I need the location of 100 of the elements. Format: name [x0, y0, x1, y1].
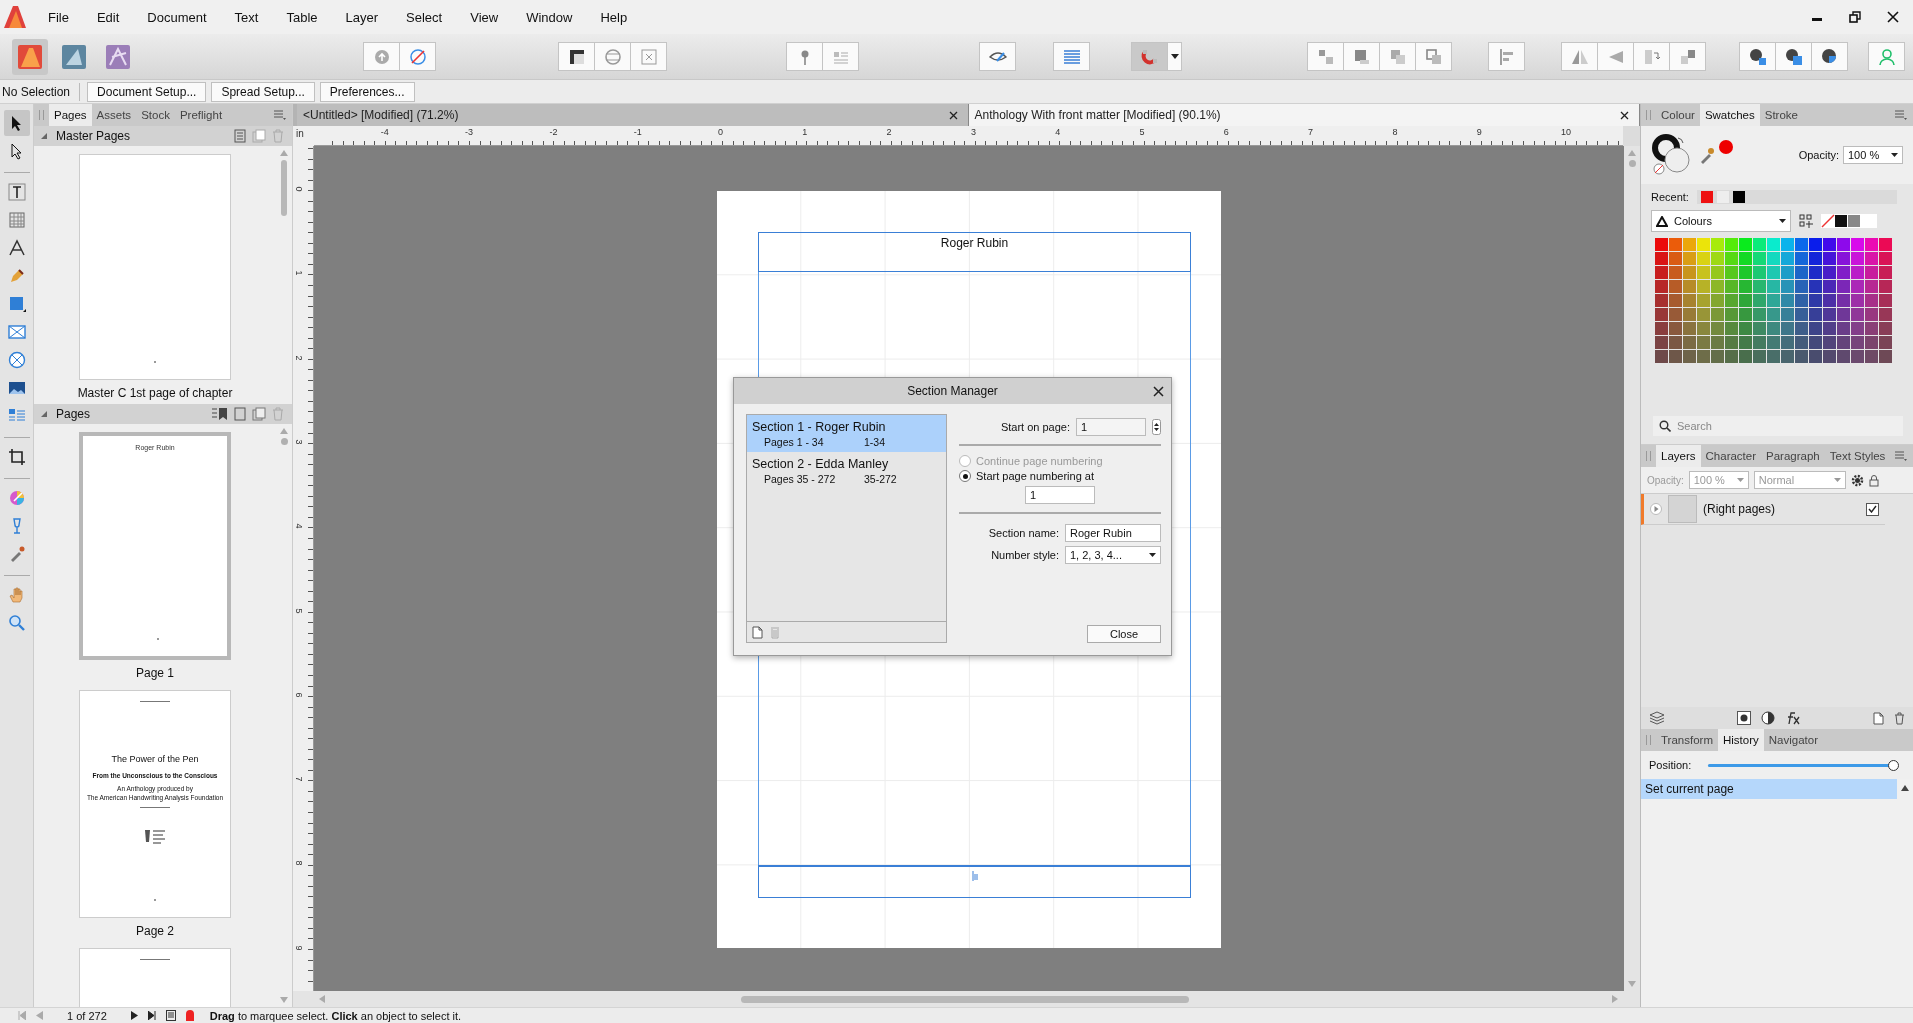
current-colour-swatch[interactable] [1719, 140, 1733, 154]
vertical-ruler[interactable]: 0 1 2 3 4 5 6 7 8 9 [293, 146, 314, 991]
document-tab[interactable]: Anthology With front matter [Modified] (90.1%) [968, 104, 1640, 126]
quick-swatches[interactable] [1821, 214, 1877, 228]
menu-item[interactable]: Text [234, 9, 259, 25]
panel-grip[interactable] [1646, 451, 1651, 461]
collapse-arrow-icon[interactable] [40, 132, 48, 140]
section-list-item[interactable]: Section 1 - Roger Rubin Pages 1 - 34 1-34 [747, 415, 946, 452]
section-icon[interactable] [212, 407, 228, 421]
radio-button[interactable] [959, 470, 971, 482]
swatch-grid-drawing[interactable] [1655, 238, 1893, 364]
duplicate-icon[interactable] [252, 129, 266, 143]
panel-tab[interactable]: Navigator [1763, 729, 1823, 751]
toolbar-button[interactable] [1811, 42, 1848, 71]
start-number-field[interactable]: 1 [1025, 486, 1095, 504]
panel-tab[interactable]: Colour [1656, 104, 1700, 126]
toolbar-button[interactable] [558, 42, 595, 71]
panel-tab[interactable]: Stroke [1759, 104, 1803, 126]
page-list-icon[interactable] [165, 1010, 176, 1021]
panel-tab[interactable]: History [1718, 729, 1764, 751]
scrollbar-thumb[interactable] [741, 995, 1189, 1003]
close-icon[interactable] [948, 110, 958, 120]
new-layer-icon[interactable] [1873, 711, 1884, 725]
recent-swatch[interactable] [1732, 191, 1745, 203]
menu-item[interactable]: View [470, 9, 499, 25]
snapping-menu-button[interactable] [1167, 42, 1182, 71]
number-style-dropdown[interactable]: 1, 2, 3, 4... [1065, 546, 1161, 564]
first-page-icon[interactable] [18, 1011, 26, 1020]
grid-add-icon[interactable] [1799, 214, 1813, 228]
trash-icon[interactable] [1894, 711, 1905, 725]
document-tab[interactable]: <Untitled> [Modified] (71.2%) [297, 104, 969, 126]
close-button[interactable]: Close [1087, 625, 1161, 643]
panel-tab[interactable]: Preflight [174, 104, 228, 126]
panel-tab[interactable]: Swatches [1699, 104, 1760, 126]
opacity-field[interactable]: 100 % [1843, 146, 1903, 164]
panel-grip[interactable] [1646, 735, 1651, 745]
scroll-down-icon[interactable] [1628, 981, 1636, 987]
toolbar-button[interactable] [1775, 42, 1812, 71]
collapse-arrow-icon[interactable] [40, 410, 48, 418]
close-icon[interactable] [1887, 11, 1899, 23]
close-icon[interactable] [1153, 386, 1164, 397]
menu-item[interactable]: Document [147, 9, 207, 25]
panel-menu-icon[interactable] [1895, 110, 1907, 120]
eyedropper-icon[interactable] [1699, 146, 1715, 164]
panel-grip[interactable] [39, 110, 44, 120]
menu-item[interactable]: Select [406, 9, 443, 25]
account-button[interactable] [1868, 42, 1905, 71]
menu-item[interactable]: File [48, 9, 69, 25]
scroll-right-icon[interactable] [1612, 995, 1618, 1003]
scroll-down-icon[interactable] [280, 997, 288, 1003]
scrollbar-thumb[interactable] [280, 438, 288, 445]
duplicate-icon[interactable] [252, 407, 266, 421]
scrollbar-thumb[interactable] [1628, 160, 1636, 167]
scrollbar-thumb[interactable] [281, 160, 287, 216]
context-button[interactable]: Document Setup... [87, 81, 207, 102]
scroll-left-icon[interactable] [319, 995, 325, 1003]
mask-icon[interactable] [1737, 711, 1751, 725]
toolbar-button[interactable] [1739, 42, 1776, 71]
page-icon[interactable] [234, 407, 246, 421]
adjustment-icon[interactable] [1761, 711, 1775, 725]
section-list-item[interactable]: Section 2 - Edda Manley Pages 35 - 272 35-272 [747, 452, 946, 489]
section-name-field[interactable]: Roger Rubin [1065, 524, 1161, 542]
panel-tab[interactable]: Assets [91, 104, 137, 126]
start-page-field[interactable]: 1 [1076, 418, 1146, 436]
effects-icon[interactable] [1785, 711, 1801, 725]
spinner-icon[interactable] [1152, 419, 1161, 435]
panel-tab[interactable]: Stock [136, 104, 175, 126]
menu-item[interactable]: Table [286, 9, 318, 25]
header-text-frame[interactable]: Roger Rubin [758, 232, 1191, 272]
history-item[interactable]: Set current page [1641, 779, 1897, 799]
lock-icon[interactable] [1868, 473, 1879, 487]
scroll-up-icon[interactable] [1901, 785, 1909, 791]
radio-label[interactable]: Start page numbering at [976, 470, 1095, 482]
last-page-icon[interactable] [147, 1011, 156, 1020]
search-field[interactable]: Search [1653, 416, 1903, 436]
persona-button[interactable] [12, 38, 48, 75]
next-page-icon[interactable] [130, 1011, 138, 1020]
panel-menu-icon[interactable] [274, 110, 286, 120]
toolbar-button[interactable] [979, 42, 1016, 71]
menu-item[interactable]: Edit [96, 9, 120, 25]
settings-icon[interactable] [1850, 473, 1864, 487]
master-page-thumbnail[interactable] [79, 154, 231, 380]
previous-page-icon[interactable] [36, 1011, 43, 1020]
horizontal-ruler[interactable]: -4 -3 -2 -1 0 1 2 3 4 5 6 7 8 9 10 [314, 126, 1623, 146]
master-page-icon[interactable] [234, 129, 246, 143]
recent-swatch[interactable] [1700, 191, 1713, 203]
footer-text-frame[interactable] [758, 865, 1191, 898]
context-button[interactable]: Spread Setup... [211, 81, 315, 102]
restore-icon[interactable] [1849, 11, 1861, 23]
panel-tab[interactable]: Transform [1656, 729, 1718, 751]
panel-menu-icon[interactable] [1895, 451, 1907, 461]
menu-item[interactable]: Window [526, 9, 573, 25]
menu-item[interactable]: Layer [345, 9, 379, 25]
panel-grip[interactable] [1646, 110, 1651, 120]
close-icon[interactable] [1620, 110, 1629, 120]
menu-item[interactable]: Help [600, 9, 628, 25]
panel-tab[interactable]: Pages [49, 104, 92, 126]
layers-icon[interactable] [1649, 711, 1665, 725]
palette-dropdown[interactable]: Colours [1651, 210, 1791, 232]
tool-button[interactable] [3, 110, 30, 136]
